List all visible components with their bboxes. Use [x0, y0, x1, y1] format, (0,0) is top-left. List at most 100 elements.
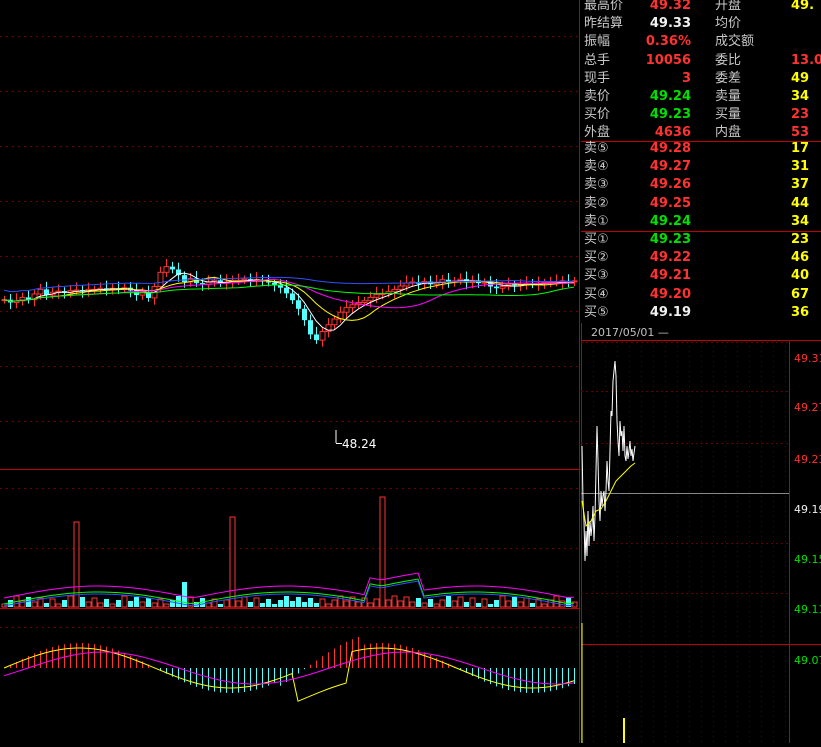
volume-bar-up [49, 598, 56, 608]
volume-bar-up [439, 599, 446, 608]
quote-label: 卖③ [584, 177, 609, 193]
volume-bar-up [433, 603, 440, 608]
minute-price-label: 49.15 [794, 553, 821, 566]
quote-value: 44 [791, 195, 810, 211]
quote-value: 49.33 [649, 16, 691, 32]
minute-price-label: 49.27 [794, 401, 821, 414]
quote-label: 买② [584, 250, 609, 266]
quote-label: 委差 [715, 70, 742, 86]
quote-value: 46 [791, 250, 810, 266]
volume-bar-down [272, 604, 277, 607]
quote-label: 现手 [584, 70, 611, 86]
quote-value: 49.23 [649, 232, 691, 247]
volume-bar-up [85, 601, 92, 608]
volume-bar-up [241, 596, 248, 608]
quote-label: 买价 [584, 107, 611, 123]
kline-candle-up [349, 304, 356, 309]
quote-row: 昨结算 49.33 均价 [581, 15, 821, 33]
kline-candle-up [157, 271, 164, 288]
volume-bar-up [67, 595, 74, 608]
quote-value: 49.28 [649, 141, 691, 156]
quote-label: 买⑤ [584, 304, 609, 320]
quote-value: 3 [681, 70, 691, 86]
quote-value: 49.21 [649, 268, 691, 284]
volume-bar-down [266, 599, 271, 607]
kline-candle-down [200, 283, 205, 285]
quote-value: 36 [791, 304, 810, 320]
minute-panel[interactable]: 2017/05/01 — 49.31 49.27 49.23 49.19 49.15 49… [581, 323, 821, 743]
quote-row: 买价 49.23 买量 23 [581, 106, 821, 124]
quote-value: 49.22 [649, 250, 691, 266]
volume-bar-up [139, 601, 146, 608]
quote-value: 17 [791, 141, 810, 156]
volume-bar-up [499, 595, 506, 608]
kline-candle-up [397, 285, 404, 290]
quote-value: 0.36% [645, 34, 691, 50]
kline-candle-down [302, 308, 307, 321]
minute-header: 2017/05/01 — [581, 325, 821, 341]
quote-value: 49.24 [649, 213, 691, 229]
volume-bar-down [416, 598, 421, 607]
volume-bar-up [517, 601, 524, 608]
volume-bar-down [302, 602, 307, 607]
quote-label: 买量 [715, 107, 742, 123]
volume-bar-up [451, 600, 458, 608]
volume-bar-up [421, 602, 428, 608]
volume-bar-down [512, 597, 517, 607]
volume-bar-up [163, 603, 170, 608]
kline-candle-down [290, 293, 295, 301]
quote-value: 49.26 [649, 177, 691, 193]
quote-value: 49.20 [649, 286, 691, 302]
quote-label: 买① [584, 232, 609, 247]
quote-value: 49.32 [649, 0, 691, 13]
volume-bar-down [530, 603, 535, 607]
minute-chart-svg[interactable] [581, 323, 821, 743]
volume-bar-up [55, 603, 62, 608]
volume-bar-up [319, 598, 326, 608]
kline-candle-up [241, 278, 248, 281]
volume-bar-up [457, 596, 464, 608]
quote-label: 开盘 [715, 0, 742, 13]
volume-bar-up [403, 596, 410, 608]
kline-candle-up [163, 266, 170, 273]
volume-bar-up [337, 595, 344, 608]
volume-bar-down [218, 604, 223, 607]
volume-bar-up [151, 602, 158, 608]
volume-bar-up [325, 603, 332, 608]
volume-bar-up [523, 597, 530, 608]
quote-row: 最高价 49.32 开盘 49. [581, 0, 821, 15]
volume-bar-down [446, 596, 451, 607]
volume-bar-down [260, 603, 265, 607]
volume-bar-down [476, 603, 481, 607]
quote-label: 昨结算 [584, 16, 624, 32]
kline-candle-up [499, 286, 506, 289]
minute-price-label: 49.11 [794, 603, 821, 616]
kline-candle-down [170, 266, 175, 270]
kline-chart-area[interactable]: 48.24 [0, 0, 580, 743]
minute-price-label: 49.31 [794, 352, 821, 365]
volume-bar-up [253, 597, 260, 608]
kline-candle-down [494, 286, 499, 289]
kline-candle-down [272, 282, 277, 285]
volume-bar-down [494, 600, 499, 607]
macd-dea-line [3, 651, 575, 685]
volume-bar-down [128, 601, 133, 607]
volume-bar-down [146, 598, 151, 607]
volume-bar-up [505, 600, 512, 608]
volume-bar-up [367, 602, 374, 608]
kline-candle-up [361, 300, 368, 304]
volume-bar-down [488, 604, 493, 607]
kline-candle-up [319, 331, 326, 341]
quote-value: 34 [791, 213, 810, 229]
minute-price-label: 49.23 [794, 453, 821, 466]
quote-value: 10056 [645, 52, 691, 68]
volume-bar-up [121, 595, 128, 608]
volume-bar-down [314, 603, 319, 607]
quote-value: 49.24 [649, 89, 691, 104]
low-price-annotation: 48.24 [342, 437, 376, 451]
kline-svg[interactable]: 48.24 [0, 0, 580, 743]
kline-candle-down [308, 320, 313, 335]
quote-value: 31 [791, 159, 810, 175]
macd-dif-line [3, 647, 575, 702]
volume-bar-down [284, 596, 289, 607]
